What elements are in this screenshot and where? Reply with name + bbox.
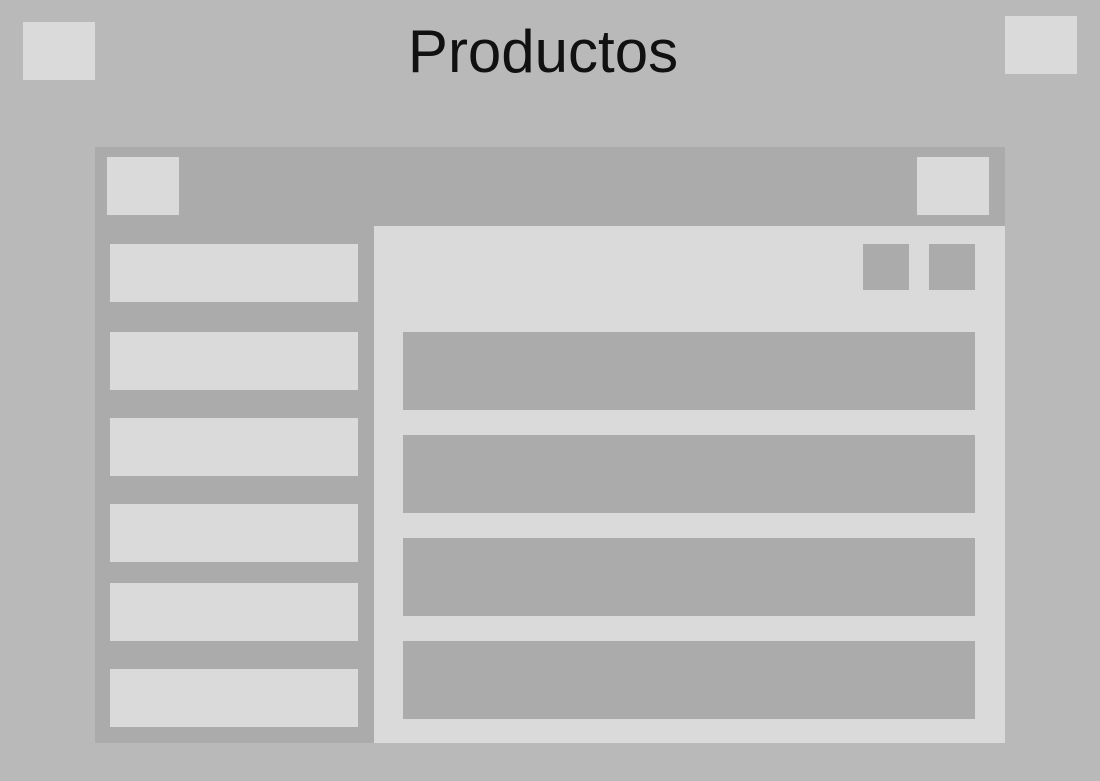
sidebar-item[interactable] xyxy=(110,244,358,302)
page-title: Productos xyxy=(407,18,679,85)
app-toolbar-right-button[interactable] xyxy=(917,157,989,215)
header-left-button[interactable] xyxy=(23,22,95,80)
sidebar-item[interactable] xyxy=(110,332,358,390)
app-toolbar-left-button[interactable] xyxy=(107,157,179,215)
header-right-button[interactable] xyxy=(1005,16,1077,74)
list-item[interactable] xyxy=(403,332,975,410)
list-item[interactable] xyxy=(403,641,975,719)
list-item[interactable] xyxy=(403,538,975,616)
content-action-button[interactable] xyxy=(929,244,975,290)
sidebar-item[interactable] xyxy=(110,583,358,641)
sidebar-item[interactable] xyxy=(110,504,358,562)
sidebar-item[interactable] xyxy=(110,418,358,476)
content-action-button[interactable] xyxy=(863,244,909,290)
list-item[interactable] xyxy=(403,435,975,513)
sidebar-item[interactable] xyxy=(110,669,358,727)
